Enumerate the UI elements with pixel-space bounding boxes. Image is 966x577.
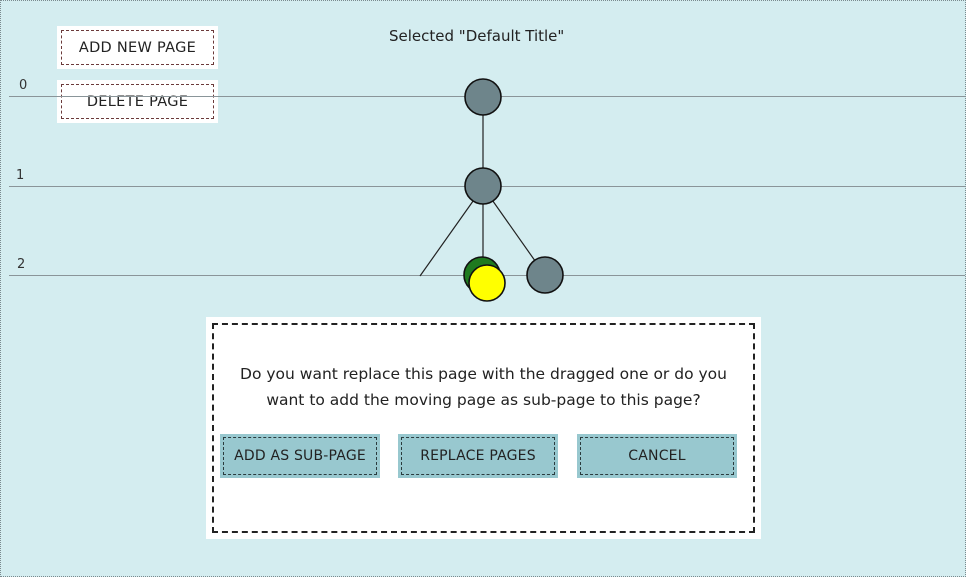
- tree-canvas[interactable]: ADD NEW PAGE DELETE PAGE Selected "Defau…: [0, 0, 966, 577]
- page-node-level1[interactable]: [464, 167, 502, 205]
- page-node-right[interactable]: [526, 256, 564, 294]
- dialog-question: Do you want replace this page with the d…: [240, 365, 727, 409]
- replace-or-subpage-dialog: Do you want replace this page with the d…: [206, 317, 761, 539]
- dialog-frame: Do you want replace this page with the d…: [212, 323, 755, 533]
- add-as-sub-page-label: ADD AS SUB-PAGE: [223, 437, 377, 475]
- add-as-sub-page-button[interactable]: ADD AS SUB-PAGE: [220, 434, 380, 478]
- page-tree: [419, 78, 564, 302]
- page-node-root[interactable]: [464, 78, 502, 116]
- replace-pages-label: REPLACE PAGES: [401, 437, 555, 475]
- dragged-page-node[interactable]: [468, 264, 506, 302]
- cancel-label: CANCEL: [580, 437, 734, 475]
- replace-pages-button[interactable]: REPLACE PAGES: [398, 434, 558, 478]
- cancel-button[interactable]: CANCEL: [577, 434, 737, 478]
